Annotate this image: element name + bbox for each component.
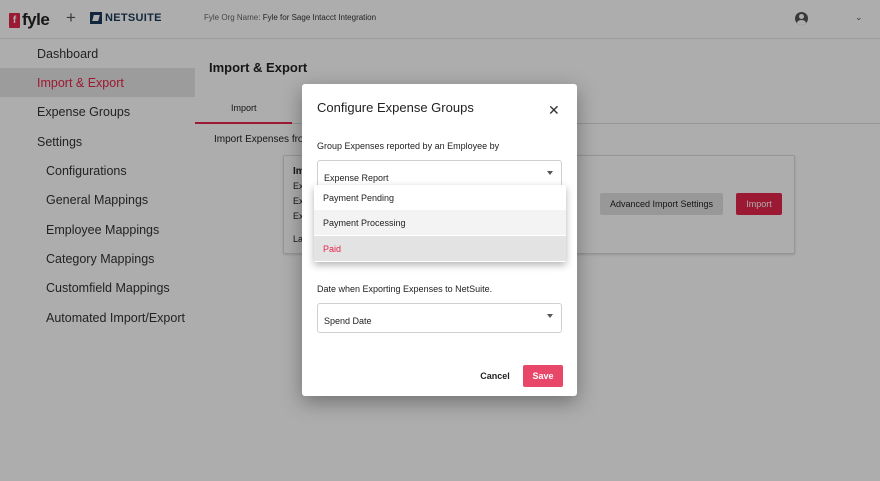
- export-date-value: Spend Date: [324, 316, 372, 326]
- dropdown-arrow-icon: [547, 314, 553, 318]
- dropdown-arrow-icon: [547, 171, 553, 175]
- dropdown-option-paid[interactable]: Paid: [314, 236, 566, 261]
- export-date-select[interactable]: Spend Date: [317, 303, 562, 333]
- close-icon[interactable]: ✕: [548, 103, 560, 117]
- dialog-title: Configure Expense Groups: [317, 100, 474, 115]
- group-by-label: Group Expenses reported by an Employee b…: [317, 141, 500, 151]
- group-by-value: Expense Report: [324, 173, 389, 183]
- dropdown-option-payment-pending[interactable]: Payment Pending: [314, 185, 566, 210]
- export-date-label: Date when Exporting Expenses to NetSuite…: [317, 284, 493, 294]
- save-button[interactable]: Save: [523, 365, 563, 387]
- cancel-button[interactable]: Cancel: [474, 366, 516, 386]
- group-by-dropdown: Payment Pending Payment Processing Paid: [314, 185, 566, 262]
- dropdown-option-payment-processing[interactable]: Payment Processing: [314, 210, 566, 235]
